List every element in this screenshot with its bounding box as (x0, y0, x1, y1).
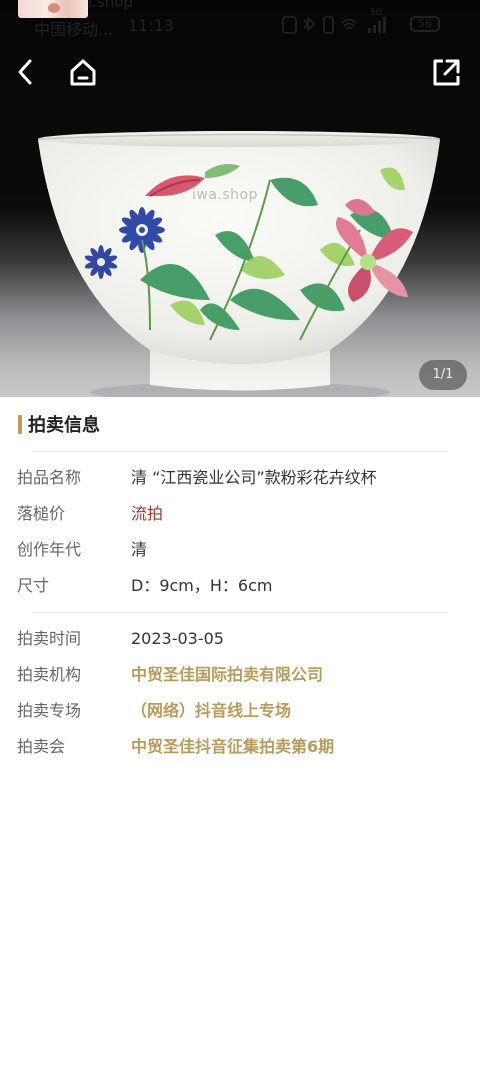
wifi-icon (341, 18, 357, 30)
carrier-label: 中国移动... (34, 20, 114, 39)
auction-label: 拍卖会 (17, 737, 66, 756)
share-button[interactable] (430, 56, 462, 88)
auction-label: 拍卖专场 (17, 701, 82, 720)
detail-label: 拍品名称 (17, 468, 82, 487)
nfc-icon (282, 16, 297, 34)
vibrate-icon (323, 16, 334, 34)
section-title-text: 拍卖信息 (28, 415, 100, 436)
auction-house-link[interactable]: 中贸圣佳国际拍卖有限公司 (131, 662, 323, 688)
battery-icon: 56 (410, 16, 440, 32)
share-icon (433, 59, 460, 86)
detail-label: 落槌价 (17, 504, 66, 523)
hammer-price-value: 流拍 (131, 504, 164, 523)
back-button[interactable] (10, 56, 42, 88)
lot-name-value: 清 “江西瓷业公司”款粉彩花卉纹杯 (131, 468, 377, 487)
product-image[interactable]: i.shop 中国移动... 11:13 5G 56 iwa.shop 1/1 (0, 0, 480, 397)
title-accent-bar (18, 414, 22, 434)
section-title: 拍卖信息 (18, 413, 100, 436)
bluetooth-icon (303, 17, 316, 31)
detail-label: 尺寸 (17, 576, 50, 595)
network-type: 5G (370, 8, 383, 18)
chevron-left-icon (18, 59, 32, 85)
auction-label: 拍卖机构 (17, 665, 82, 684)
auction-label: 拍卖时间 (17, 629, 82, 648)
home-icon (70, 59, 96, 86)
clock: 11:13 (128, 16, 175, 35)
era-value: 清 (131, 540, 148, 559)
divider (32, 451, 448, 452)
image-counter: 1/1 (419, 360, 467, 390)
detail-label: 创作年代 (17, 540, 82, 559)
home-button[interactable] (67, 56, 99, 88)
auction-date-value: 2023-03-05 (131, 629, 224, 648)
auction-session-link[interactable]: （网络）抖音线上专场 (131, 698, 291, 724)
source-label: i.shop (88, 0, 133, 11)
signal-icon (368, 17, 386, 33)
divider (32, 612, 448, 613)
status-bar: i.shop 中国移动... 11:13 5G 56 (0, 0, 480, 44)
size-value: D：9cm，H：6cm (131, 576, 273, 595)
status-icons: 5G 56 (282, 8, 452, 38)
image-watermark: iwa.shop (192, 187, 258, 203)
auction-sale-link[interactable]: 中贸圣佳抖音征集拍卖第6期 (131, 734, 334, 760)
